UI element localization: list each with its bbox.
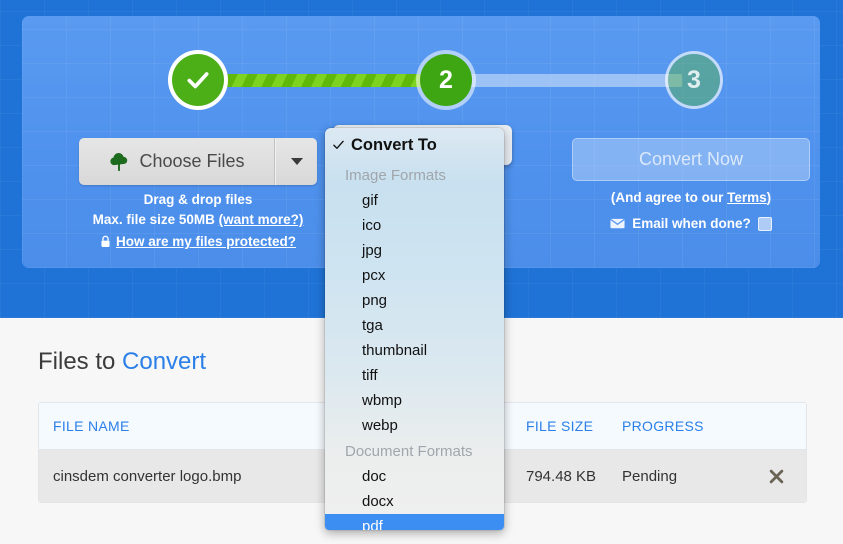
stepper-track-upcoming [448, 74, 682, 87]
dropdown-group-label: Document Formats [345, 442, 473, 460]
drag-drop-hint: Drag & drop files [79, 192, 317, 207]
convert-now-label: Convert Now [638, 149, 744, 169]
convert-to-dropdown[interactable]: Convert To Image Formats gif ico jpg pcx png t… [325, 128, 504, 530]
column-header-file-size: FILE SIZE [526, 418, 594, 434]
stepper-step-3[interactable]: 3 [668, 54, 720, 106]
cloud-upload-icon [110, 152, 128, 171]
stepper-step-2[interactable]: 2 [420, 54, 472, 106]
dropdown-option-doc[interactable]: doc [325, 464, 504, 489]
progress-stepper: 2 3 [22, 16, 820, 120]
email-when-done-label: Email when done? [632, 216, 751, 231]
dropdown-option-jpg[interactable]: jpg [325, 238, 504, 263]
cell-progress: Pending [622, 467, 678, 485]
choose-files-button[interactable]: Choose Files [79, 138, 275, 185]
column-header-progress: PROGRESS [622, 418, 704, 434]
check-icon [187, 72, 209, 89]
email-when-done-checkbox[interactable] [757, 216, 772, 231]
dropdown-option-tiff[interactable]: tiff [325, 363, 504, 388]
page-title-accent: Convert [122, 348, 207, 375]
drag-drop-text: Drag & drop files [143, 192, 253, 207]
terms-link[interactable]: Terms [727, 190, 767, 205]
dropdown-option-tga[interactable]: tga [325, 313, 504, 338]
dropdown-header-label: Convert To [351, 135, 437, 154]
dropdown-option-pdf[interactable]: pdf [325, 514, 504, 530]
close-icon [769, 469, 783, 483]
choose-files-dropdown-toggle[interactable] [275, 138, 317, 185]
dropdown-group-label: Image Formats [345, 166, 446, 184]
max-size-hint: Max. file size 50MB (want more?) [79, 212, 317, 227]
terms-agreement-line: (And agree to our Terms) [572, 190, 810, 205]
files-protected-row[interactable]: How are my files protected? [79, 234, 317, 249]
chevron-down-icon [290, 158, 303, 165]
files-protected-link[interactable]: How are my files protected? [116, 234, 296, 249]
dropdown-option-pcx[interactable]: pcx [325, 263, 504, 288]
want-more-link[interactable]: (want more?) [219, 212, 304, 227]
terms-prefix: (And agree to our [610, 190, 728, 205]
stepper-track-completed [198, 74, 434, 87]
dropdown-option-webp[interactable]: webp [325, 413, 504, 438]
page-title: Files to Convert [38, 348, 206, 376]
terms-suffix: ) [766, 190, 772, 205]
choose-files-group[interactable]: Choose Files [79, 138, 317, 185]
dropdown-option-png[interactable]: png [325, 288, 504, 313]
max-size-text: Max. file size 50MB [92, 212, 215, 227]
dropdown-option-list[interactable]: Image Formats gif ico jpg pcx png tga thumbnail… [325, 162, 504, 530]
remove-file-button[interactable] [746, 469, 806, 484]
email-when-done-row[interactable]: Email when done? [572, 216, 810, 231]
dropdown-option-ico[interactable]: ico [325, 213, 504, 238]
dropdown-option-thumbnail[interactable]: thumbnail [325, 338, 504, 363]
page-title-plain: Files to [38, 348, 123, 375]
envelope-icon [610, 218, 625, 229]
convert-now-button[interactable]: Convert Now [572, 138, 810, 181]
dropdown-option-docx[interactable]: docx [325, 489, 504, 514]
cell-file-size: 794.48 KB [526, 467, 597, 485]
dropdown-header[interactable]: Convert To [325, 128, 504, 162]
stepper-step-1[interactable] [172, 54, 224, 106]
checkmark-icon [333, 140, 344, 149]
choose-files-label: Choose Files [139, 151, 245, 171]
lock-icon [101, 235, 110, 247]
dropdown-option-gif[interactable]: gif [325, 188, 504, 213]
dropdown-option-wbmp[interactable]: wbmp [325, 388, 504, 413]
